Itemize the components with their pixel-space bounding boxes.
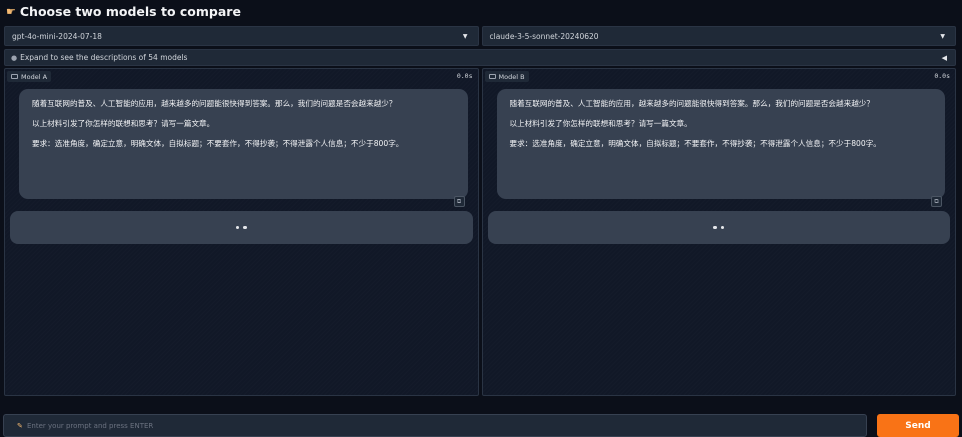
chat-icon <box>488 74 496 79</box>
panel-label: Model B <box>484 71 529 82</box>
elapsed-timer: 0.0s <box>456 72 473 80</box>
model-b-selected-value: claude-3-5-sonnet-20240620 <box>489 31 599 41</box>
model-selector-row: gpt-4o-mini-2024-07-18 ▼ claude-3-5-sonn… <box>4 26 956 46</box>
message-paragraph: 要求：选准角度，确定立意，明确文体，自拟标题；不要套作，不得抄袭；不得泄露个人信… <box>509 139 881 148</box>
page-title: ☛ Choose two models to compare <box>6 2 241 20</box>
user-message-bubble: 随着互联网的普及、人工智能的应用，越来越多的问题能很快得到答案。那么，我们的问题… <box>19 89 468 207</box>
pencil-icon: ✎ <box>17 422 23 430</box>
bot-typing-indicator <box>10 211 473 244</box>
chatbot-panel-a: Model A 0.0s 随着互联网的普及、人工智能的应用，越来越多的问题能很快… <box>4 68 479 396</box>
panel-label-text: Model B <box>498 72 525 81</box>
typing-dot <box>720 225 725 230</box>
message-paragraph: 随着互联网的普及、人工智能的应用，越来越多的问题能很快得到答案。那么，我们的问题… <box>509 99 875 108</box>
model-descriptions-accordion[interactable]: ● Expand to see the descriptions of 54 m… <box>4 49 956 66</box>
message-paragraph: 随着互联网的普及、人工智能的应用，越来越多的问题能很快得到答案。那么，我们的问题… <box>32 99 397 108</box>
prompt-wrapper: ✎ <box>3 414 867 437</box>
elapsed-timer: 0.0s <box>934 72 950 80</box>
copy-icon[interactable]: ⧉ <box>453 196 465 207</box>
accordion-label: Expand to see the descriptions of 54 mod… <box>20 53 188 62</box>
message-paragraph: 要求：选准角度，确定立意，明确文体，自拟标题；不要套作，不得抄袭；不得泄露个人信… <box>32 139 404 148</box>
chevron-down-icon: ▼ <box>462 32 468 40</box>
prompt-row: ✎ Send <box>3 414 959 437</box>
lightbulb-icon: ● <box>11 53 18 62</box>
panel-label: Model A <box>7 71 52 82</box>
model-a-dropdown[interactable]: gpt-4o-mini-2024-07-18 ▼ <box>4 26 479 46</box>
panel-label-text: Model A <box>21 72 48 81</box>
chat-icon <box>11 74 18 79</box>
chatbot-panel-b: Model B 0.0s 随着互联网的普及、人工智能的应用，越来越多的问题能很快… <box>481 68 956 396</box>
typing-dot <box>235 225 240 230</box>
typing-dot <box>713 225 717 230</box>
prompt-input[interactable] <box>3 414 867 437</box>
user-message-bubble: 随着互联网的普及、人工智能的应用，越来越多的问题能很快得到答案。那么，我们的问题… <box>496 89 945 207</box>
model-a-selected-value: gpt-4o-mini-2024-07-18 <box>12 31 102 41</box>
chevron-down-icon: ▼ <box>940 32 945 40</box>
chat-panels: Model A 0.0s 随着互联网的普及、人工智能的应用，越来越多的问题能很快… <box>4 68 956 396</box>
pointing-hand-icon: ☛ <box>6 4 16 18</box>
send-button[interactable]: Send <box>877 414 959 437</box>
model-b-dropdown[interactable]: claude-3-5-sonnet-20240620 ▼ <box>481 26 956 46</box>
page-title-text: Choose two models to compare <box>19 3 241 19</box>
bot-typing-indicator <box>487 211 950 244</box>
message-paragraph: 以上材料引发了你怎样的联想和思考？请写一篇文章。 <box>509 119 692 128</box>
typing-dot <box>243 225 247 230</box>
collapse-arrow-icon[interactable]: ◀ <box>942 54 947 62</box>
copy-icon[interactable]: ⧉ <box>931 196 942 207</box>
message-paragraph: 以上材料引发了你怎样的联想和思考？请写一篇文章。 <box>32 119 215 128</box>
